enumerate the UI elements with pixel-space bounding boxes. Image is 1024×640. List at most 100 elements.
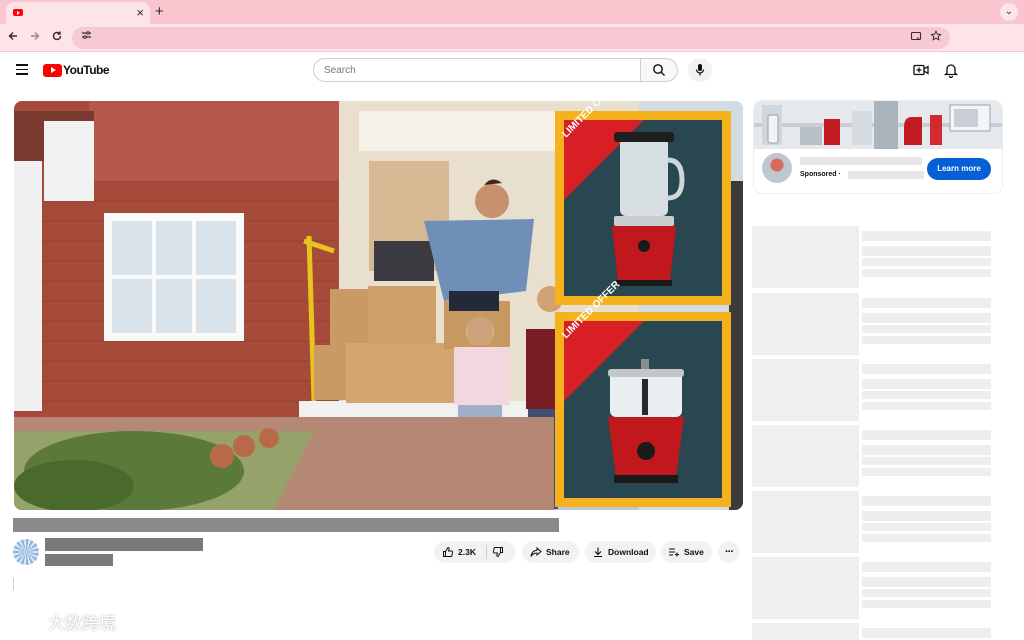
offer-panel-blender[interactable]: LIMITED OFFER xyxy=(555,101,731,305)
recommendation-title-placeholder xyxy=(862,496,991,506)
recommendation-meta-placeholder xyxy=(862,391,991,399)
browser-tab-strip: × + ⌄ xyxy=(0,0,1024,24)
tab-search-button[interactable]: ⌄ xyxy=(1000,3,1018,21)
share-arrow-icon xyxy=(530,546,542,557)
recommendation-thumbnail-placeholder[interactable] xyxy=(752,359,859,421)
thumbs-down-icon xyxy=(492,547,503,558)
youtube-logo-text: YouTube xyxy=(63,63,110,77)
back-button[interactable] xyxy=(4,28,22,48)
back-arrow-icon xyxy=(8,32,17,40)
offer-panel-chopper[interactable]: LIMITED OFFER xyxy=(555,279,731,507)
notifications-bell-icon[interactable] xyxy=(943,62,959,79)
advertiser-avatar[interactable] xyxy=(762,153,792,183)
recommendation-thumbnail-placeholder[interactable] xyxy=(752,557,859,619)
like-button[interactable]: 2.3K xyxy=(442,546,476,558)
recommendation-thumbnail-placeholder[interactable] xyxy=(752,623,859,640)
menu-icon[interactable] xyxy=(16,64,28,75)
recommendation-title-placeholder xyxy=(862,511,991,521)
like-dislike-group: 2.3K xyxy=(434,541,516,563)
offer-panel-chopper-inner xyxy=(564,321,722,498)
more-actions-button[interactable]: ··· xyxy=(718,541,740,563)
recommendation-meta-placeholder xyxy=(862,600,991,608)
forward-button[interactable] xyxy=(26,28,44,48)
like-divider xyxy=(486,545,487,559)
recommendation-meta-placeholder xyxy=(862,468,991,476)
voice-search-button[interactable] xyxy=(688,58,712,82)
description-caret xyxy=(13,578,14,590)
microphone-icon xyxy=(695,64,705,76)
recommendation-meta-placeholder xyxy=(862,534,991,542)
recommendation-title-placeholder xyxy=(862,445,991,455)
recommendation-meta-placeholder xyxy=(862,402,991,410)
channel-name-redacted[interactable] xyxy=(45,538,203,551)
forward-arrow-icon xyxy=(31,32,40,40)
recommendation-meta-placeholder xyxy=(862,269,991,277)
recommendation-title-placeholder xyxy=(862,562,991,572)
recommendation-meta-placeholder xyxy=(862,523,991,531)
new-tab-button[interactable]: + xyxy=(155,2,164,22)
thumbs-up-icon xyxy=(443,546,454,557)
ad-banner-image[interactable] xyxy=(754,101,1002,149)
ad-headline-redacted xyxy=(800,157,922,165)
recommendation-title-placeholder xyxy=(862,246,991,256)
search-icon xyxy=(653,64,665,76)
food-chopper-icon xyxy=(564,321,684,483)
learn-more-button[interactable]: Learn more xyxy=(927,158,991,180)
close-tab-icon[interactable]: × xyxy=(136,4,144,22)
watermark-logo-icon xyxy=(9,612,41,629)
cast-icon[interactable] xyxy=(910,30,922,47)
create-video-icon[interactable] xyxy=(913,63,929,77)
recommendation-title-placeholder xyxy=(862,577,991,587)
download-button[interactable]: Download xyxy=(585,541,656,563)
reload-button[interactable] xyxy=(48,28,66,48)
reload-icon xyxy=(52,31,62,41)
recommendation-title-placeholder xyxy=(862,430,991,440)
recommendation-title-placeholder xyxy=(862,298,991,308)
recommendation-thumbnail-placeholder[interactable] xyxy=(752,425,859,487)
recommendation-thumbnail-placeholder[interactable] xyxy=(752,293,859,355)
kitchen-appliances-banner-icon xyxy=(754,101,1002,149)
subscriber-count-redacted xyxy=(45,554,113,566)
search-input[interactable] xyxy=(313,58,641,82)
channel-avatar[interactable] xyxy=(13,539,39,565)
download-label: Download xyxy=(608,547,649,557)
recommendation-title-placeholder xyxy=(862,364,991,374)
add-to-playlist-icon xyxy=(669,548,679,557)
youtube-play-logo-icon xyxy=(43,63,62,77)
recommendation-meta-placeholder xyxy=(862,258,991,266)
sidebar-ad-card[interactable]: Sponsored · Learn more xyxy=(754,101,1002,193)
share-button[interactable]: Share xyxy=(522,541,579,563)
recommendation-thumbnail-placeholder[interactable] xyxy=(752,491,859,553)
more-actions-icon: ··· xyxy=(725,546,734,558)
youtube-masthead: YouTube xyxy=(0,52,1024,90)
ad-domain-redacted xyxy=(848,171,924,179)
save-button[interactable]: Save xyxy=(661,541,712,563)
youtube-logo[interactable]: YouTube xyxy=(43,63,110,77)
share-label: Share xyxy=(546,547,570,557)
site-settings-icon[interactable] xyxy=(78,30,94,46)
dislike-button[interactable] xyxy=(492,546,504,560)
recommendation-meta-placeholder xyxy=(862,589,991,597)
search-button[interactable] xyxy=(640,58,678,82)
recommendation-meta-placeholder xyxy=(862,457,991,465)
recommendation-meta-placeholder xyxy=(862,325,991,333)
download-icon xyxy=(594,547,602,558)
watermark-text: 大数跨境 xyxy=(48,613,116,633)
address-bar[interactable] xyxy=(72,27,950,49)
offer-panel-blender-inner xyxy=(564,120,722,296)
recommendation-meta-placeholder xyxy=(862,336,991,344)
recommendation-title-placeholder xyxy=(862,628,991,638)
like-count: 2.3K xyxy=(458,547,476,557)
youtube-favicon-icon xyxy=(13,9,23,16)
browser-toolbar xyxy=(0,24,1024,52)
recommendation-title-placeholder xyxy=(862,231,991,241)
bookmark-star-icon[interactable] xyxy=(930,30,942,47)
save-label: Save xyxy=(684,547,704,557)
recommendation-thumbnail-placeholder[interactable] xyxy=(752,226,859,288)
recommendation-title-placeholder xyxy=(862,379,991,389)
browser-tab-youtube[interactable]: × xyxy=(6,2,150,24)
recommendation-title-placeholder xyxy=(862,313,991,323)
sponsored-label: Sponsored · xyxy=(800,171,841,178)
watermark: 大数跨境 xyxy=(8,608,116,634)
video-player[interactable]: LIMITED OFFER LIMITED OFFER xyxy=(14,101,743,510)
